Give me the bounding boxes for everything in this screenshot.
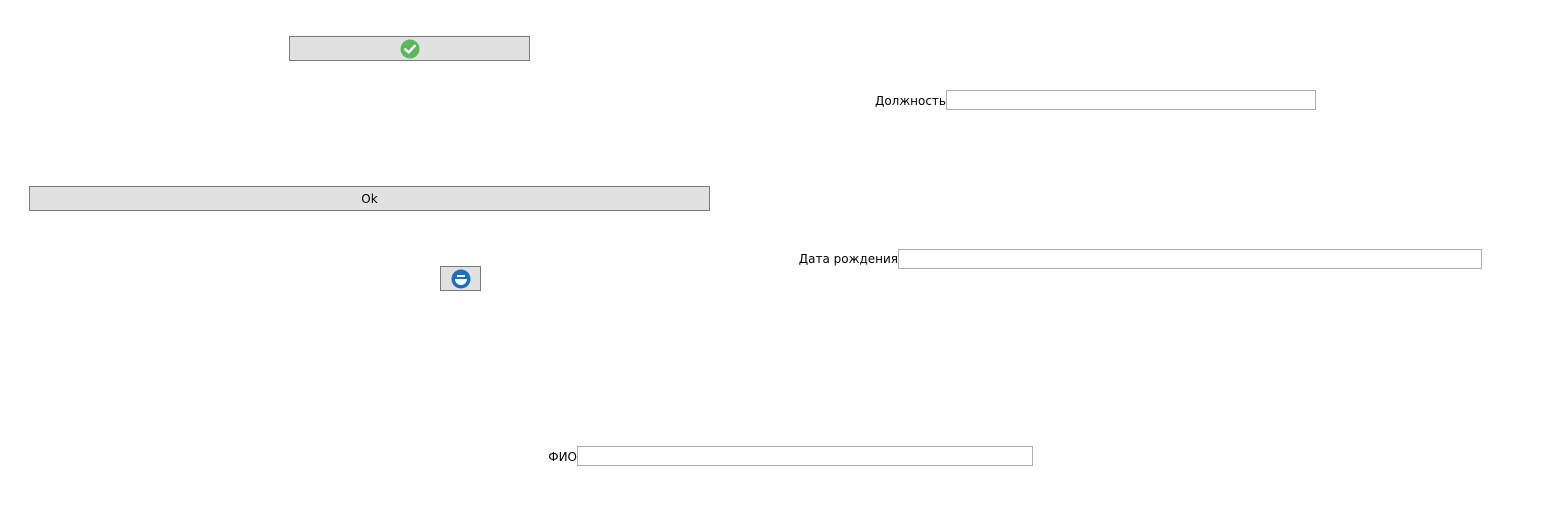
full-name-field[interactable] — [577, 446, 1033, 466]
position-field[interactable] — [946, 90, 1316, 110]
ok-button[interactable]: Ok — [29, 186, 710, 211]
birth-date-field[interactable] — [898, 249, 1482, 269]
full-name-label: ФИО — [548, 450, 577, 464]
check-circle-icon — [400, 39, 420, 59]
logo-icon-button[interactable] — [440, 266, 481, 291]
position-label: Должность — [874, 94, 946, 108]
birth-date-label: Дата рождения — [798, 252, 898, 266]
blue-round-logo-icon — [451, 269, 471, 289]
confirm-icon-button[interactable] — [289, 36, 530, 61]
ok-button-label: Ok — [361, 191, 378, 206]
